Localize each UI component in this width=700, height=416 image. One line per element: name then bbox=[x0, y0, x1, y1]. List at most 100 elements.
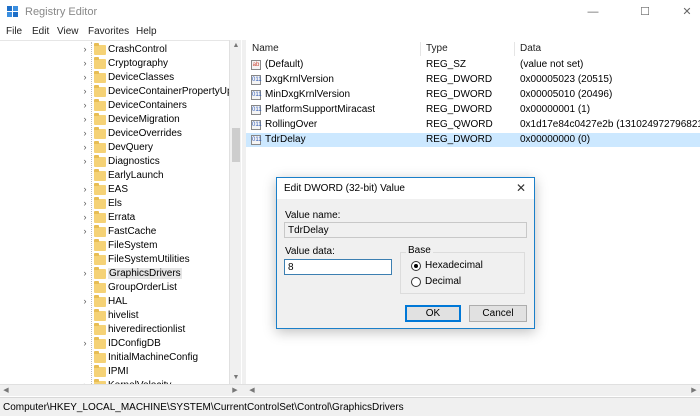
chevron-right-icon[interactable]: › bbox=[81, 128, 89, 138]
tree-item[interactable]: IPMI bbox=[0, 365, 229, 379]
list-row[interactable]: 011 RollingOver REG_QWORD 0x1d17e84c0427e2b… bbox=[246, 118, 700, 132]
tree-item[interactable]: › Errata bbox=[0, 211, 229, 225]
list-row[interactable]: 011 MinDxgKrnlVersion REG_DWORD 0x00005010 … bbox=[246, 88, 700, 102]
tree-item[interactable]: › Diagnostics bbox=[0, 155, 229, 169]
tree-item[interactable]: › Els bbox=[0, 197, 229, 211]
menu-help[interactable]: Help bbox=[136, 26, 157, 37]
list-row[interactable]: 011 DxgKrnlVersion REG_DWORD 0x00005023 (20… bbox=[246, 73, 700, 87]
folder-icon bbox=[94, 169, 106, 181]
cancel-button[interactable]: Cancel bbox=[469, 305, 527, 322]
hexadecimal-label[interactable]: Hexadecimal bbox=[425, 260, 483, 271]
folder-icon bbox=[94, 155, 106, 167]
folder-icon bbox=[94, 127, 106, 139]
chevron-right-icon[interactable]: › bbox=[81, 156, 89, 166]
tree-item[interactable]: hivelist bbox=[0, 309, 229, 323]
tree-item[interactable]: › FastCache bbox=[0, 225, 229, 239]
tree-item[interactable]: › Cryptography bbox=[0, 57, 229, 71]
tree-item[interactable]: › DevQuery bbox=[0, 141, 229, 155]
scroll-down-icon[interactable]: ▼ bbox=[230, 372, 242, 384]
tree-item[interactable]: GroupOrderList bbox=[0, 281, 229, 295]
chevron-right-icon[interactable]: › bbox=[81, 86, 89, 96]
tree-item[interactable]: hiveredirectionlist bbox=[0, 323, 229, 337]
tree-item-label: hiveredirectionlist bbox=[108, 324, 186, 335]
tree-item[interactable]: › DeviceOverrides bbox=[0, 127, 229, 141]
decimal-label[interactable]: Decimal bbox=[425, 276, 461, 287]
column-header-type[interactable]: Type bbox=[426, 40, 448, 58]
tree-item[interactable]: › DeviceContainers bbox=[0, 99, 229, 113]
tree-item[interactable]: FileSystemUtilities bbox=[0, 253, 229, 267]
tree-item[interactable]: › HAL bbox=[0, 295, 229, 309]
menu-edit[interactable]: Edit bbox=[32, 26, 49, 37]
cell-data: (value not set) bbox=[520, 59, 584, 70]
ok-button[interactable]: OK bbox=[405, 305, 461, 322]
menu-favorites[interactable]: Favorites bbox=[88, 26, 129, 37]
value-data-field[interactable] bbox=[284, 259, 392, 275]
value-name-field[interactable] bbox=[284, 222, 527, 238]
decimal-radio[interactable] bbox=[411, 277, 421, 287]
chevron-right-icon[interactable]: › bbox=[81, 44, 89, 54]
close-button[interactable]: ✕ bbox=[676, 4, 698, 20]
registry-tree[interactable]: › CrashControl › Cryptography › DeviceClasses… bbox=[0, 40, 241, 384]
chevron-right-icon[interactable]: › bbox=[81, 268, 89, 278]
chevron-right-icon[interactable]: › bbox=[81, 296, 89, 306]
column-header-name[interactable]: Name bbox=[252, 40, 279, 58]
scroll-left-icon[interactable]: ◀ bbox=[246, 385, 258, 397]
hexadecimal-radio[interactable] bbox=[411, 261, 421, 271]
tree-item-label: InitialMachineConfig bbox=[108, 352, 199, 363]
chevron-right-icon[interactable]: › bbox=[81, 72, 89, 82]
tree-item-label: IPMI bbox=[108, 366, 129, 377]
column-separator[interactable] bbox=[420, 42, 421, 56]
folder-icon bbox=[94, 267, 106, 279]
tree-item-label: DeviceOverrides bbox=[108, 128, 182, 139]
column-separator[interactable] bbox=[514, 42, 515, 56]
horizontal-scrollbar[interactable]: ◀ ▶ ◀ ▶ bbox=[0, 384, 700, 396]
dialog-close-icon[interactable]: ✕ bbox=[516, 181, 526, 195]
menu-view[interactable]: View bbox=[57, 26, 79, 37]
scroll-right-icon[interactable]: ▶ bbox=[688, 385, 700, 397]
tree-vertical-scrollbar[interactable]: ▲ ▼ bbox=[229, 40, 241, 384]
tree-item[interactable]: › GraphicsDrivers bbox=[0, 267, 229, 281]
chevron-right-icon[interactable]: › bbox=[81, 198, 89, 208]
value-name-label: Value name: bbox=[285, 210, 341, 221]
chevron-right-icon[interactable]: › bbox=[81, 184, 89, 194]
chevron-right-icon[interactable]: › bbox=[81, 142, 89, 152]
minimize-button[interactable]: — bbox=[582, 4, 604, 20]
tree-item[interactable]: › CrashControl bbox=[0, 43, 229, 57]
cell-name: DxgKrnlVersion bbox=[265, 74, 334, 85]
base-group bbox=[400, 252, 525, 294]
status-bar: Computer\HKEY_LOCAL_MACHINE\SYSTEM\Curre… bbox=[0, 397, 700, 416]
column-header-data[interactable]: Data bbox=[520, 40, 541, 58]
tree-guide-line bbox=[91, 42, 92, 384]
list-row[interactable]: ab (Default) REG_SZ (value not set) bbox=[246, 58, 700, 72]
chevron-right-icon[interactable]: › bbox=[81, 114, 89, 124]
scroll-left-icon[interactable]: ◀ bbox=[0, 385, 12, 397]
chevron-right-icon[interactable]: › bbox=[81, 100, 89, 110]
tree-item[interactable]: EarlyLaunch bbox=[0, 169, 229, 183]
folder-icon bbox=[94, 197, 106, 209]
tree-item[interactable]: › IDConfigDB bbox=[0, 337, 229, 351]
tree-item-label: Els bbox=[108, 198, 122, 209]
tree-item[interactable]: › EAS bbox=[0, 183, 229, 197]
tree-item[interactable]: InitialMachineConfig bbox=[0, 351, 229, 365]
tree-item[interactable]: FileSystem bbox=[0, 239, 229, 253]
string-value-icon: ab bbox=[251, 60, 261, 70]
folder-icon bbox=[94, 113, 106, 125]
tree-item[interactable]: › DeviceClasses bbox=[0, 71, 229, 85]
tree-item[interactable]: › DeviceMigration bbox=[0, 113, 229, 127]
scroll-thumb[interactable] bbox=[232, 128, 240, 162]
chevron-right-icon[interactable]: › bbox=[81, 212, 89, 222]
folder-icon bbox=[94, 323, 106, 335]
chevron-right-icon[interactable]: › bbox=[81, 226, 89, 236]
folder-icon bbox=[94, 43, 106, 55]
menu-file[interactable]: File bbox=[6, 26, 22, 37]
list-row[interactable]: 011 PlatformSupportMiracast REG_DWORD 0x000… bbox=[246, 103, 700, 117]
chevron-right-icon[interactable]: › bbox=[81, 338, 89, 348]
list-row[interactable]: 011 TdrDelay REG_DWORD 0x00000000 (0) bbox=[246, 133, 700, 147]
scroll-right-icon[interactable]: ▶ bbox=[229, 385, 241, 397]
maximize-button[interactable]: ☐ bbox=[634, 4, 656, 20]
dialog-title: Edit DWORD (32-bit) Value bbox=[284, 183, 405, 194]
tree-item[interactable]: › DeviceContainerPropertyUpc bbox=[0, 85, 238, 99]
chevron-right-icon[interactable]: › bbox=[81, 58, 89, 68]
scroll-up-icon[interactable]: ▲ bbox=[230, 40, 242, 52]
dialog-title-bar: Edit DWORD (32-bit) Value ✕ bbox=[277, 178, 534, 199]
